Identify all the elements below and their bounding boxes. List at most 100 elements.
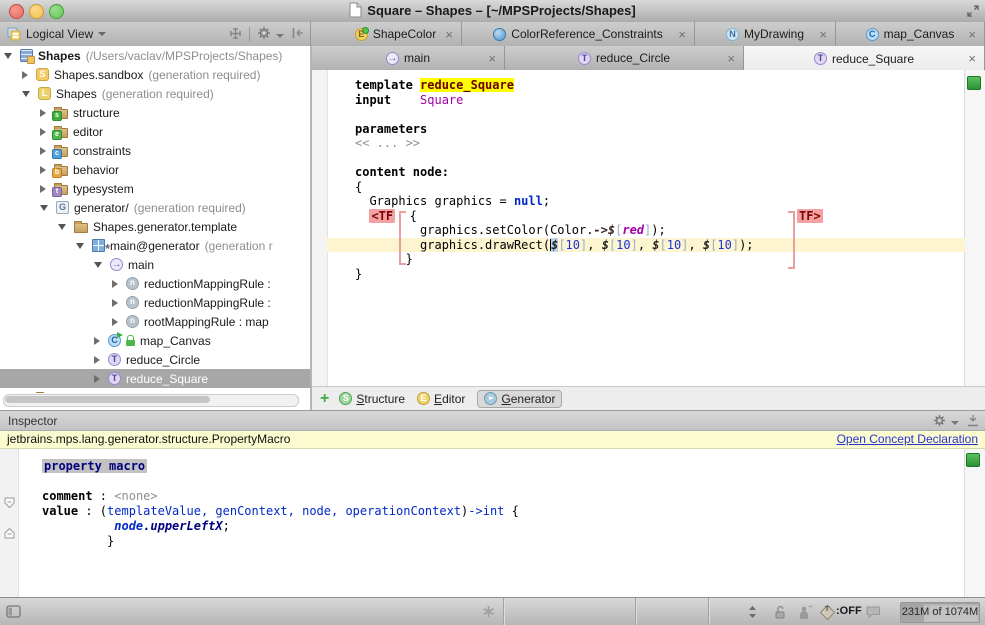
chevron-collapsed-icon[interactable] (94, 375, 100, 383)
code-line[interactable]: { (327, 180, 965, 195)
code-line[interactable]: Graphics graphics = null; (327, 194, 965, 209)
code-line[interactable]: } (327, 267, 965, 282)
tree-item-shapes-sandbox[interactable]: Shapes.sandbox(generation required) (0, 65, 310, 84)
resize-icon[interactable] (967, 5, 979, 20)
toggle-toolwindows-icon[interactable] (6, 605, 21, 621)
close-icon[interactable]: × (488, 52, 496, 65)
tab-mydrawing[interactable]: MyDrawing× (695, 22, 836, 46)
error-stripe[interactable] (964, 70, 985, 386)
code-line[interactable]: } (42, 534, 519, 549)
tree-item-typesystem[interactable]: typesystem (0, 179, 310, 198)
chevron-collapsed-icon[interactable] (112, 280, 118, 288)
memory-indicator[interactable]: 231M of 1074M (900, 602, 980, 623)
fold-pennant-up-icon[interactable] (3, 527, 16, 542)
tab-shapecolor[interactable]: ShapeColor× (330, 22, 462, 46)
code-line[interactable]: value : (templateValue, genContext, node… (42, 504, 519, 519)
chevron-expanded-icon[interactable] (94, 262, 102, 268)
lock-open-icon[interactable] (774, 605, 787, 622)
tree-item-generator[interactable]: generator/(generation required) (0, 198, 310, 217)
aspect-tab-generator[interactable]: Generator (477, 390, 562, 408)
aspect-tab-editor[interactable]: Editor (417, 392, 465, 406)
tree-item-rootmappingrule-map[interactable]: rootMappingRule : map (0, 312, 310, 331)
tab-main[interactable]: main× (312, 46, 505, 70)
inspector-editor[interactable]: property macro comment : <none>value : (t… (0, 449, 985, 597)
tree-item-shapes[interactable]: Shapes(generation required) (0, 84, 310, 103)
chevron-collapsed-icon[interactable] (40, 185, 46, 193)
code-line[interactable]: << ... >> (327, 136, 965, 151)
project-view-header[interactable]: Logical View (0, 22, 311, 46)
code-line[interactable]: property macro (42, 459, 519, 474)
tree-item-constraints[interactable]: constraints (0, 141, 310, 160)
editor-code[interactable]: template reduce_Squareinput Square parame… (327, 78, 965, 281)
code-line[interactable]: <TF { (327, 209, 965, 224)
close-icon[interactable]: × (678, 28, 686, 41)
tree-item-editor[interactable]: editor (0, 122, 310, 141)
tab-map-canvas[interactable]: map_Canvas× (836, 22, 985, 46)
chevron-collapsed-icon[interactable] (94, 356, 100, 364)
tree-item-shapes[interactable]: Shapes(/Users/vaclav/MPSProjects/Shapes) (0, 46, 310, 65)
chevron-collapsed-icon[interactable] (112, 318, 118, 326)
close-icon[interactable]: × (968, 28, 976, 41)
close-icon[interactable]: × (819, 28, 827, 41)
hide-panel-icon[interactable] (291, 27, 304, 42)
close-icon[interactable]: × (968, 52, 976, 65)
code-line[interactable] (327, 107, 965, 122)
tab-reduce-square[interactable]: reduce_Square× (744, 46, 985, 71)
scrollbar-thumb[interactable] (5, 396, 210, 403)
tab-reduce-circle[interactable]: reduce_Circle× (505, 46, 744, 70)
tree-item-map-canvas[interactable]: map_Canvas (0, 331, 310, 350)
chevron-expanded-icon[interactable] (58, 224, 66, 230)
typesystem-flag-state[interactable]: :OFF (836, 598, 862, 625)
tree-item-reductionmappingrule[interactable]: reductionMappingRule : (0, 274, 310, 293)
feedback-bubble-icon[interactable] (866, 606, 881, 622)
code-line[interactable]: node.upperLeftX; (42, 519, 519, 534)
code-line[interactable]: } (327, 252, 965, 267)
code-line[interactable]: comment : <none> (42, 489, 519, 504)
scroll-to-source-button[interactable] (229, 27, 242, 43)
close-icon[interactable]: × (445, 28, 453, 41)
tree-item-main-generator[interactable]: main@generator(generation r (0, 236, 310, 255)
code-line[interactable]: content node: (327, 165, 965, 180)
chevron-expanded-icon[interactable] (22, 91, 30, 97)
chevron-collapsed-icon[interactable] (40, 109, 46, 117)
open-concept-declaration-link[interactable]: Open Concept Declaration (837, 431, 978, 448)
tree-item-reduce-square[interactable]: reduce_Square (0, 369, 310, 388)
aspect-tab-structure[interactable]: Structure (339, 392, 405, 406)
spinner-icon[interactable] (748, 605, 757, 622)
chevron-expanded-icon[interactable] (40, 205, 48, 211)
close-icon[interactable]: × (727, 52, 735, 65)
chevron-collapsed-icon[interactable] (94, 337, 100, 345)
inspector-code[interactable]: property macro comment : <none>value : (t… (42, 459, 519, 549)
inspector-error-stripe[interactable] (964, 449, 985, 597)
chevron-collapsed-icon[interactable] (40, 147, 46, 155)
chevron-collapsed-icon[interactable] (40, 128, 46, 136)
code-line[interactable]: parameters (327, 122, 965, 137)
tree-item-reduce-circle[interactable]: reduce_Circle (0, 350, 310, 369)
fold-pennant-down-icon[interactable] (3, 497, 16, 512)
gear-icon[interactable] (257, 26, 284, 43)
project-tree[interactable]: Shapes(/Users/vaclav/MPSProjects/Shapes)… (0, 46, 310, 410)
add-aspect-button[interactable]: + (320, 391, 329, 407)
tree-item-structure[interactable]: structure (0, 103, 310, 122)
code-line[interactable]: input Square (327, 93, 965, 108)
code-line[interactable]: template reduce_Square (327, 78, 965, 93)
gear-icon[interactable] (933, 414, 959, 430)
chevron-expanded-icon[interactable] (76, 243, 84, 249)
chevron-collapsed-icon[interactable] (22, 71, 28, 79)
macro-close-tag[interactable]: TF> (797, 209, 823, 223)
tree-item-behavior[interactable]: behavior (0, 160, 310, 179)
code-line[interactable] (327, 151, 965, 166)
tab-colorreference-constraints[interactable]: ColorReference_Constraints× (462, 22, 695, 46)
editor-pane[interactable]: template reduce_Squareinput Square parame… (312, 70, 985, 386)
tree-item-main[interactable]: main (0, 255, 310, 274)
background-tasks-icon[interactable] (482, 605, 495, 621)
hector-inspections-icon[interactable] (796, 605, 813, 623)
code-line[interactable]: graphics.setColor(Color.->$[red]); (327, 223, 965, 238)
chevron-collapsed-icon[interactable] (40, 166, 46, 174)
tree-item-reductionmappingrule[interactable]: reductionMappingRule : (0, 293, 310, 312)
chevron-collapsed-icon[interactable] (112, 299, 118, 307)
horizontal-scrollbar[interactable] (3, 394, 299, 407)
code-line[interactable] (42, 474, 519, 489)
tree-item-shapes-generator-template[interactable]: Shapes.generator.template (0, 217, 310, 236)
chevron-expanded-icon[interactable] (4, 53, 12, 59)
